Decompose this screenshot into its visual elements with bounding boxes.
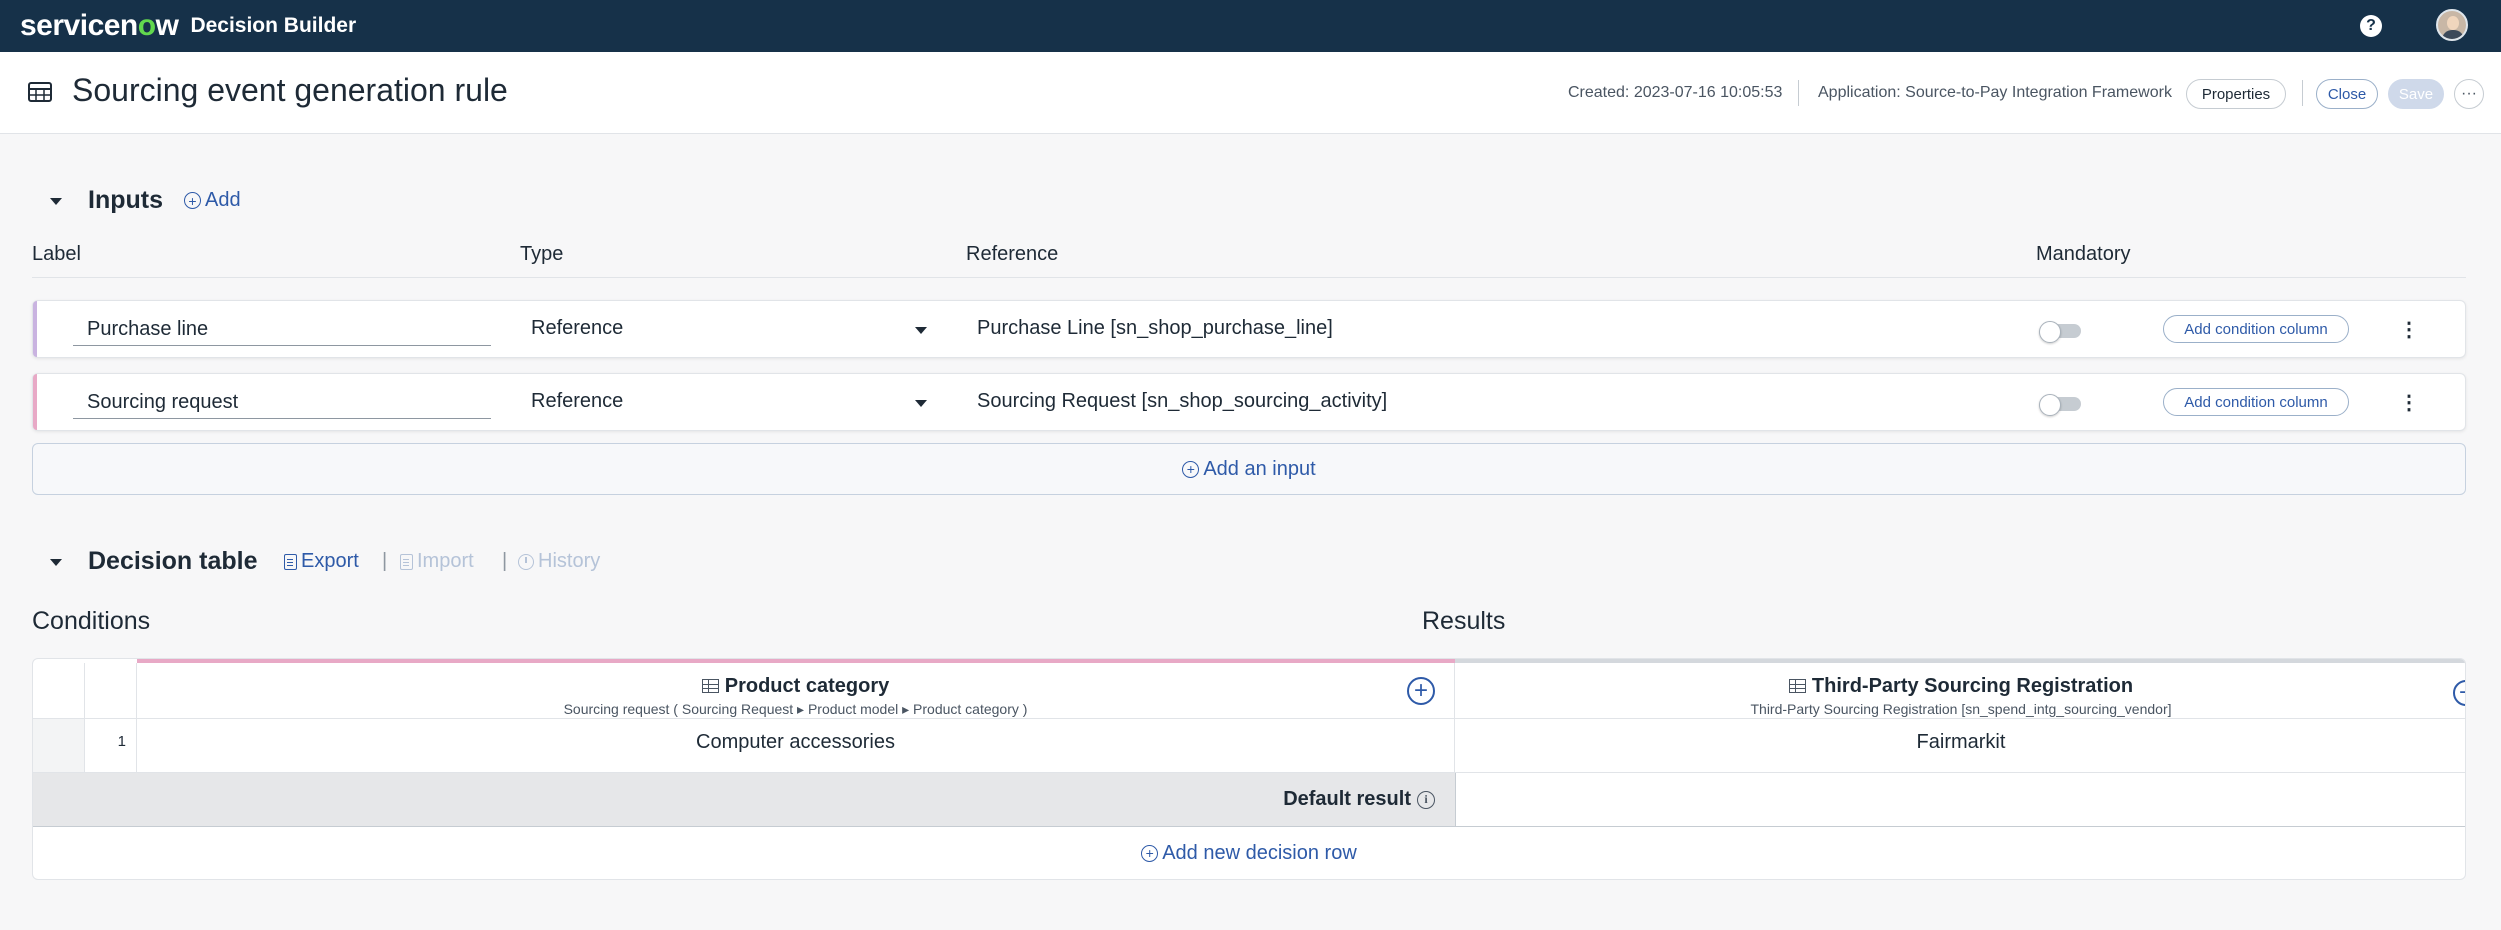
more-options-button[interactable]: ··· [2454, 79, 2484, 109]
row-more-options-icon[interactable]: ⋮ [2399, 315, 2419, 343]
save-button[interactable]: Save [2388, 79, 2444, 109]
application-scope: Application: Source-to-Pay Integration F… [1818, 84, 2172, 101]
conditions-heading: Conditions [32, 607, 151, 635]
add-an-input-button[interactable]: + Add an input [32, 443, 2466, 495]
add-new-decision-row-button[interactable]: + Add new decision row [33, 827, 2465, 879]
results-heading: Results [1422, 607, 1506, 635]
add-input-link[interactable]: + Add [184, 189, 241, 212]
column-header-label: Label [32, 243, 81, 265]
link-separator: | [382, 550, 388, 572]
default-result-row: Default result i [33, 773, 1455, 827]
column-header-type: Type [520, 243, 564, 265]
column-header-mandatory: Mandatory [2036, 243, 2131, 265]
condition-column-title: Product category [724, 675, 890, 697]
decision-table-collapse-chevron-icon[interactable] [50, 559, 62, 566]
add-circle-icon: + [1182, 460, 1200, 478]
servicenow-logo[interactable]: servicenow [20, 9, 179, 43]
input-reference-field[interactable]: Purchase Line [sn_shop_purchase_line] [977, 317, 1333, 340]
properties-button[interactable]: Properties [2186, 79, 2286, 109]
header-rownum-cell [85, 663, 137, 719]
add-an-input-label: Add an input [1203, 457, 1316, 480]
result-cell[interactable]: Fairmarkit [1455, 719, 2465, 773]
row-handle-cell[interactable] [33, 719, 85, 773]
logo-text-suffix: w [155, 9, 179, 42]
input-row: Purchase line Reference Purchase Line [s… [32, 300, 2466, 358]
inputs-section-title: Inputs [88, 186, 163, 214]
input-reference-field[interactable]: Sourcing Request [sn_shop_sourcing_activ… [977, 390, 1387, 413]
input-type-select[interactable]: Reference [531, 390, 623, 413]
import-link[interactable]: Import [400, 550, 474, 573]
avatar-head [2447, 16, 2459, 30]
chevron-down-icon[interactable] [915, 327, 927, 334]
table-column-icon [701, 679, 719, 693]
row-number-cell: 1 [85, 719, 137, 773]
condition-value: Computer accessories [696, 731, 895, 753]
import-icon [400, 553, 413, 570]
history-label: History [538, 550, 601, 572]
result-column-subtitle: Third-Party Sourcing Registration [sn_sp… [1750, 701, 2172, 717]
table-icon [28, 82, 52, 102]
row-more-options-icon[interactable]: ⋮ [2399, 388, 2419, 416]
decision-table: Product category Sourcing request ( Sour… [32, 658, 2466, 880]
condition-column-title-wrap: Product category [137, 675, 1454, 698]
condition-column-header[interactable]: Product category Sourcing request ( Sour… [137, 663, 1455, 719]
chevron-down-icon[interactable] [915, 400, 927, 407]
header-divider [1798, 80, 1799, 106]
input-row: Sourcing request Reference Sourcing Requ… [32, 373, 2466, 431]
info-icon[interactable]: i [1417, 790, 1435, 809]
inputs-header-divider [32, 277, 2466, 278]
history-icon [518, 553, 534, 570]
add-condition-column-button[interactable]: Add condition column [2163, 388, 2349, 416]
link-separator: | [502, 550, 508, 572]
row-number: 1 [117, 733, 126, 750]
mandatory-toggle[interactable] [2039, 394, 2081, 416]
decision-table-section-title: Decision table [88, 547, 258, 575]
input-row-accent [33, 374, 37, 430]
input-row-accent [33, 301, 37, 357]
export-link[interactable]: Export [284, 550, 359, 573]
export-label: Export [301, 550, 359, 572]
input-type-select[interactable]: Reference [531, 317, 623, 340]
result-value: Fairmarkit [1916, 731, 2006, 753]
input-label-field[interactable]: Sourcing request [73, 386, 491, 419]
page-title: Sourcing event generation rule [72, 72, 508, 108]
default-result-label-wrap: Default result i [1283, 788, 1435, 811]
created-timestamp: Created: 2023-07-16 10:05:53 [1568, 84, 1783, 101]
logo-text-prefix: servicen [20, 9, 138, 42]
column-header-reference: Reference [966, 243, 1059, 265]
help-icon[interactable]: ? [2360, 15, 2382, 37]
condition-column-subtitle: Sourcing request ( Sourcing Request ▸ Pr… [563, 701, 1028, 717]
header-divider [2302, 80, 2303, 106]
result-column-title: Third-Party Sourcing Registration [1811, 675, 2134, 697]
inputs-collapse-chevron-icon[interactable] [50, 198, 62, 205]
add-condition-column-plus-icon[interactable]: + [1407, 677, 1435, 705]
import-label: Import [417, 550, 474, 572]
input-label-field[interactable]: Purchase line [73, 313, 491, 346]
history-link[interactable]: History [518, 550, 600, 573]
user-avatar[interactable] [2436, 9, 2468, 41]
mandatory-toggle[interactable] [2039, 321, 2081, 343]
top-nav-bar: servicenow Decision Builder [0, 0, 2501, 52]
result-column-header[interactable]: Third-Party Sourcing Registration Third-… [1455, 663, 2465, 719]
header-corner-cell [33, 663, 85, 719]
add-condition-column-button[interactable]: Add condition column [2163, 315, 2349, 343]
default-result-cell[interactable] [1455, 773, 2465, 827]
record-header: Sourcing event generation rule Created: … [0, 52, 2501, 134]
add-new-decision-row-label: Add new decision row [1162, 841, 1357, 864]
result-column-title-wrap: Third-Party Sourcing Registration [1455, 675, 2465, 698]
close-button[interactable]: Close [2316, 79, 2378, 109]
logo-text-o: o [137, 9, 156, 42]
add-circle-icon: + [1141, 844, 1159, 862]
export-icon [284, 553, 297, 570]
add-circle-icon: + [184, 192, 201, 209]
condition-cell[interactable]: Computer accessories [137, 719, 1455, 773]
table-column-icon [1788, 679, 1806, 693]
add-input-link-label: Add [205, 189, 241, 211]
default-result-label: Default result [1283, 788, 1411, 810]
app-name: Decision Builder [190, 14, 357, 37]
